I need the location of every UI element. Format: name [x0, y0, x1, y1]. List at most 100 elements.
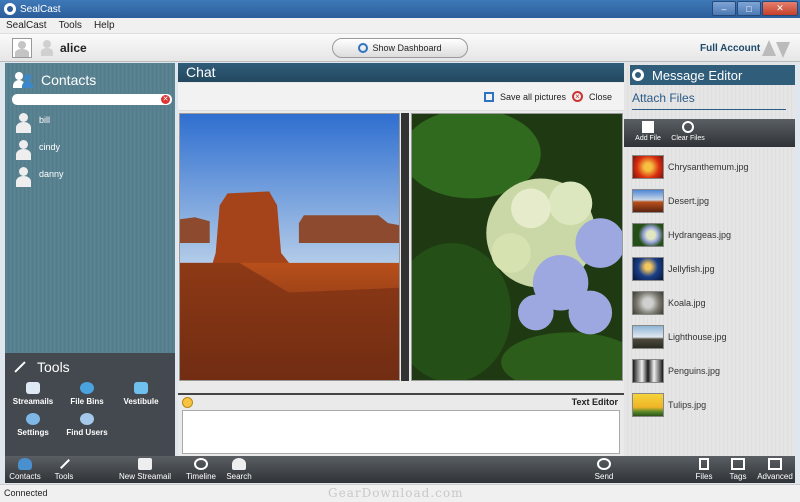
contacts-header: Contacts [5, 67, 175, 93]
close-chat-button[interactable]: × Close [572, 91, 612, 102]
tool-settings[interactable]: Settings [8, 413, 58, 437]
user-status-icon [40, 40, 54, 56]
clear-files-button[interactable]: Clear Files [668, 120, 708, 142]
sync-arrows-icon[interactable] [762, 38, 790, 58]
message-editor-title: Message Editor [652, 67, 743, 83]
desert-picture[interactable] [179, 113, 400, 381]
file-thumbnail [632, 155, 664, 179]
watermark: GearDownload.com [328, 486, 464, 500]
tool-find-users[interactable]: Find Users [62, 413, 112, 437]
contact-avatar-icon [15, 140, 31, 162]
tools-title: Tools [37, 359, 70, 375]
file-name: Hydrangeas.jpg [668, 230, 732, 240]
file-name: Lighthouse.jpg [668, 332, 727, 342]
menu-sealcast[interactable]: SealCast [6, 20, 47, 31]
vestibule-icon [134, 382, 148, 394]
save-icon [484, 92, 494, 102]
tool-vestibule[interactable]: Vestibule [116, 382, 166, 406]
tool-label: Streamails [12, 397, 54, 406]
file-item[interactable]: Jellyfish.jpg [632, 256, 792, 282]
file-name: Jellyfish.jpg [668, 264, 715, 274]
file-thumbnail [632, 393, 664, 417]
tags-label: Tags [729, 472, 747, 481]
tool-file-bins[interactable]: File Bins [62, 382, 112, 406]
file-name: Desert.jpg [668, 196, 710, 206]
message-editor-header: Message Editor [630, 65, 795, 85]
save-all-pictures-button[interactable]: Save all pictures [484, 92, 566, 102]
file-name: Chrysanthemum.jpg [668, 162, 749, 172]
contacts-icon [18, 458, 32, 470]
tags-icon [731, 458, 745, 470]
wand-icon [57, 458, 71, 470]
file-item[interactable]: Chrysanthemum.jpg [632, 154, 792, 180]
message-text-input[interactable] [182, 410, 620, 454]
send-label: Send [594, 472, 614, 481]
clear-search-icon[interactable]: ✕ [161, 95, 170, 104]
timeline-button[interactable]: Timeline [183, 457, 219, 481]
file-item[interactable]: Lighthouse.jpg [632, 324, 792, 350]
text-editor-label: Text Editor [571, 397, 618, 407]
search-button[interactable]: Search [223, 457, 255, 481]
advanced-button[interactable]: Advanced [755, 457, 795, 481]
menu-help[interactable]: Help [94, 20, 115, 31]
file-thumbnail [632, 325, 664, 349]
new-streamail-label: New Streamail [118, 472, 171, 481]
contacts-icon [13, 72, 35, 88]
file-item[interactable]: Desert.jpg [632, 188, 792, 214]
bottom-toolbar: Contacts Tools New Streamail Timeline Se… [5, 456, 795, 483]
top-bar: alice Show Dashboard Full Account [0, 34, 800, 62]
file-item[interactable]: Hydrangeas.jpg [632, 222, 792, 248]
emoticon-icon[interactable] [182, 397, 193, 408]
minimize-button[interactable]: – [712, 1, 736, 16]
tool-streamails[interactable]: Streamails [8, 382, 58, 406]
title-bar: SealCast – □ ✕ [0, 0, 800, 18]
search-label: Search [226, 472, 252, 481]
avatar[interactable] [12, 38, 32, 58]
envelope-icon [26, 382, 40, 394]
advanced-label: Advanced [757, 472, 793, 481]
contact-item-cindy[interactable]: cindy [15, 140, 165, 162]
find-users-icon [80, 413, 94, 425]
files-button[interactable]: Files [689, 457, 719, 481]
close-window-button[interactable]: ✕ [762, 1, 798, 16]
close-label: Close [589, 91, 613, 102]
maximize-button[interactable]: □ [737, 1, 761, 16]
file-thumbnail [632, 189, 664, 213]
clear-files-icon [682, 121, 694, 133]
tools-header: Tools [13, 359, 70, 375]
contact-item-bill[interactable]: bill [15, 113, 165, 135]
settings-icon [26, 413, 40, 425]
advanced-mail-icon [768, 458, 782, 470]
hydrangea-picture[interactable] [411, 113, 623, 381]
new-streamail-icon [138, 458, 152, 470]
file-name: Tulips.jpg [668, 400, 707, 410]
file-thumbnail [632, 223, 664, 247]
file-name: Koala.jpg [668, 298, 706, 308]
contacts-nav-button[interactable]: Contacts [5, 457, 45, 481]
file-item[interactable]: Koala.jpg [632, 290, 792, 316]
menu-bar: SealCast Tools Help [0, 18, 800, 34]
gear-icon [632, 69, 644, 81]
files-label: Files [695, 472, 713, 481]
file-item[interactable]: Tulips.jpg [632, 392, 792, 418]
new-streamail-button[interactable]: New Streamail [115, 457, 175, 481]
save-all-label: Save all pictures [500, 92, 567, 102]
show-dashboard-button[interactable]: Show Dashboard [332, 38, 468, 58]
file-thumbnail [632, 291, 664, 315]
add-file-button[interactable]: Add File [628, 120, 668, 142]
app-logo-icon [4, 3, 16, 15]
file-thumbnail [632, 359, 664, 383]
send-button[interactable]: Send [589, 457, 619, 481]
tool-label: Settings [17, 428, 49, 437]
contacts-search-input[interactable]: ✕ [12, 94, 172, 105]
tools-nav-button[interactable]: Tools [47, 457, 81, 481]
tools-nav-label: Tools [54, 472, 74, 481]
file-item[interactable]: Penguins.jpg [632, 358, 792, 384]
menu-tools[interactable]: Tools [59, 20, 82, 31]
show-dashboard-label: Show Dashboard [372, 43, 442, 53]
tags-button[interactable]: Tags [723, 457, 753, 481]
contact-item-danny[interactable]: danny [15, 167, 165, 189]
tool-label: File Bins [70, 397, 104, 406]
contacts-nav-label: Contacts [9, 472, 41, 481]
chat-panel: Chat Save all pictures × Close Text Edit… [178, 63, 624, 456]
